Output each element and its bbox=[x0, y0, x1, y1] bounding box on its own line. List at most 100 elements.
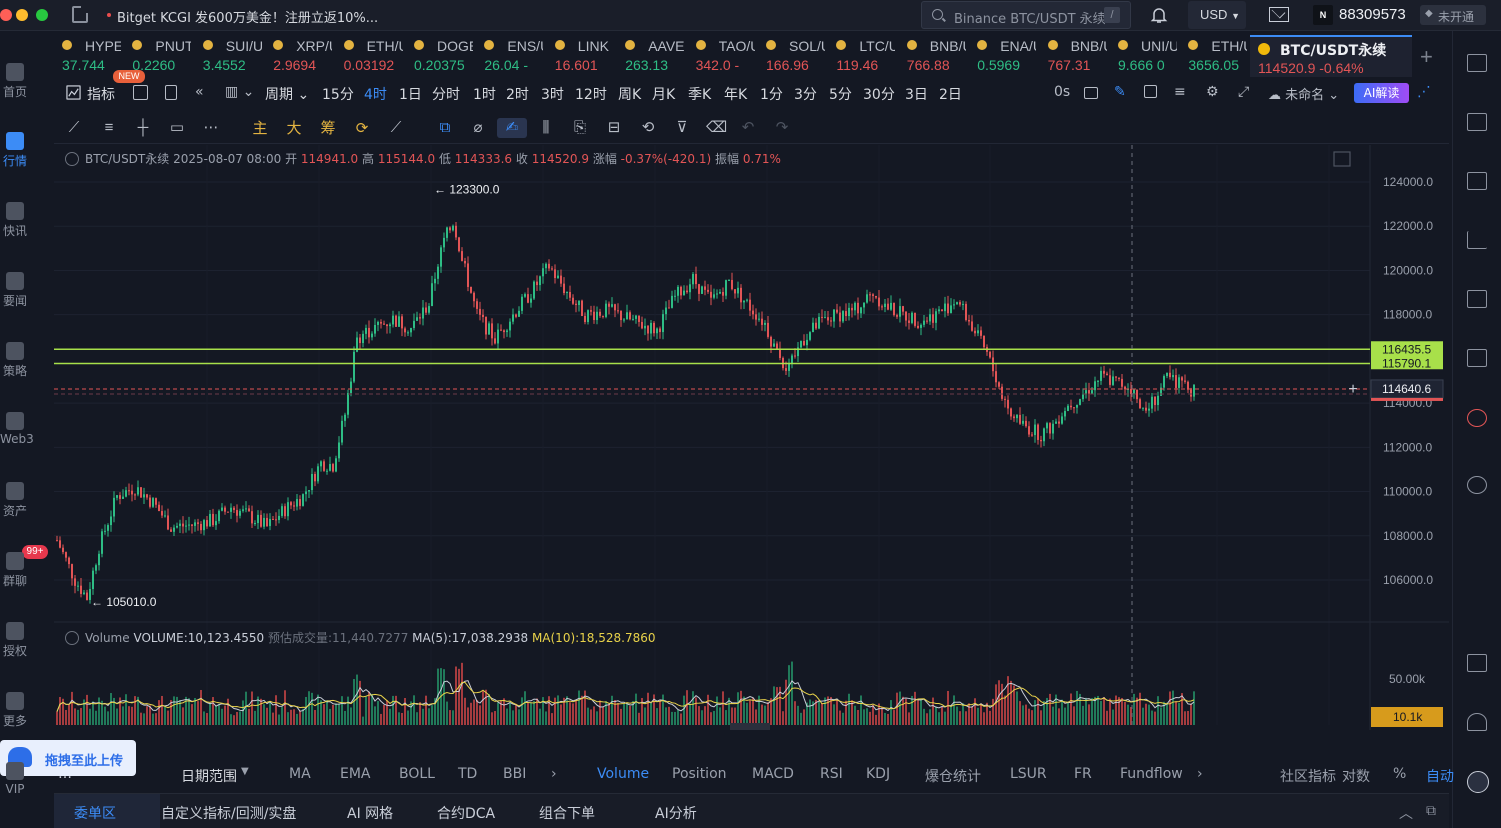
interval-12[interactable]: 1分 bbox=[760, 84, 783, 104]
ticker-item[interactable]: AAVE 263.13 bbox=[617, 35, 687, 77]
indicator-tab-0[interactable]: MA bbox=[289, 766, 311, 782]
ticker-item[interactable]: ENS/U 26.04 - bbox=[476, 35, 546, 77]
interval-17[interactable]: 2日 bbox=[939, 84, 962, 104]
indicator-tab-2[interactable]: BOLL bbox=[399, 766, 435, 782]
main-chart-button[interactable]: 主 bbox=[250, 118, 270, 138]
interval-0[interactable]: 15分 bbox=[322, 84, 354, 104]
indicator-tab-12[interactable]: FR bbox=[1074, 766, 1092, 782]
sidebar-item-2[interactable]: 快讯 bbox=[0, 202, 30, 239]
monitor-icon[interactable] bbox=[1467, 290, 1487, 308]
candle-type-icon[interactable]: ▥ ⌄ bbox=[225, 84, 254, 100]
interval-8[interactable]: 周K bbox=[618, 84, 641, 104]
select-icon[interactable] bbox=[1144, 85, 1157, 98]
account-status-badge[interactable]: 未开通 bbox=[1420, 5, 1486, 25]
ticker-item[interactable]: BNB/U 767.31 bbox=[1040, 35, 1110, 77]
sidebar-item-10[interactable]: VIP bbox=[0, 762, 30, 796]
chips-button[interactable]: 筹 bbox=[318, 118, 338, 138]
ticker-item[interactable]: LTC/U 119.46 bbox=[828, 35, 898, 77]
pane-resize-handle[interactable] bbox=[730, 723, 770, 730]
interval-14[interactable]: 5分 bbox=[829, 84, 852, 104]
ticker-item[interactable]: DOGE 0.20375 bbox=[406, 35, 476, 77]
popout-icon[interactable]: ⧉ bbox=[1426, 803, 1436, 819]
promo-banner[interactable]: Bitget KCGI 发600万美金！注册立返10%... bbox=[117, 7, 378, 26]
interval-1[interactable]: 4时 bbox=[364, 84, 387, 104]
scroll-right-icon[interactable]: › bbox=[1197, 766, 1203, 782]
ticker-item[interactable]: ENA/U 0.5969 bbox=[969, 35, 1039, 77]
indicator-tab-1[interactable]: EMA bbox=[340, 766, 371, 782]
big-order-button[interactable]: 大 bbox=[284, 118, 304, 138]
draw-pencil-icon[interactable]: ✎ bbox=[1114, 84, 1126, 100]
share-icon[interactable]: ⋰ bbox=[1417, 84, 1431, 100]
ticker-item[interactable]: SUI/U 3.4552 bbox=[195, 35, 265, 77]
rewind-icon[interactable]: « bbox=[195, 84, 204, 100]
document-icon[interactable] bbox=[1467, 113, 1487, 131]
currency-select[interactable]: USD ▼ bbox=[1188, 1, 1246, 29]
interval-15[interactable]: 30分 bbox=[863, 84, 895, 104]
trash-icon[interactable]: ⌫ bbox=[706, 118, 727, 138]
ticker-item[interactable]: HYPE 37.744 bbox=[54, 35, 124, 77]
crosshair-plus-icon[interactable]: + bbox=[1348, 381, 1357, 398]
indicator-tab-13[interactable]: Fundflow bbox=[1120, 766, 1183, 782]
indicator-tab-9[interactable]: KDJ bbox=[866, 766, 890, 782]
indicators-button[interactable]: 指标 bbox=[87, 84, 115, 104]
fullscreen-icon[interactable]: ⤢ bbox=[1238, 84, 1249, 100]
sidebar-item-4[interactable]: 策略 bbox=[0, 342, 30, 379]
redo-icon[interactable]: ↷ bbox=[772, 118, 792, 138]
ticker-item[interactable]: BNB/U 766.88 bbox=[899, 35, 969, 77]
indicator-tab-3[interactable]: TD bbox=[458, 766, 477, 782]
ticker-item[interactable]: ETH/U 3656.05 bbox=[1180, 35, 1250, 77]
magic-icon[interactable]: ⟲ bbox=[638, 118, 658, 138]
alert-icon[interactable] bbox=[1467, 409, 1487, 427]
sidebar-item-1[interactable]: 行情 bbox=[0, 132, 30, 169]
scale-option-2[interactable]: % bbox=[1393, 766, 1406, 782]
gear-icon[interactable]: ⚙ bbox=[1206, 84, 1219, 100]
scale-option-3[interactable]: 自动 bbox=[1426, 766, 1454, 786]
indicator-tab-6[interactable]: Position bbox=[672, 766, 727, 782]
dollar-icon[interactable] bbox=[1467, 172, 1487, 190]
indicator-tab-4[interactable]: BBI bbox=[503, 766, 526, 782]
sidebar-item-5[interactable]: Web3 bbox=[0, 412, 34, 446]
indicator-tab-11[interactable]: LSUR bbox=[1010, 766, 1047, 782]
layout-select[interactable]: ☁ 未命名 ⌄ bbox=[1268, 84, 1339, 103]
ticker-item[interactable]: UNI/U 9.666 0 bbox=[1110, 35, 1180, 77]
interval-7[interactable]: 12时 bbox=[575, 84, 607, 104]
bottom-tab-1[interactable]: 自定义指标/回测/实盘 bbox=[161, 803, 296, 823]
filter-icon[interactable]: ⊽ bbox=[672, 118, 692, 138]
bottom-tab-5[interactable]: AI分析 bbox=[655, 803, 697, 823]
more-tools-icon[interactable]: ⋯ bbox=[201, 118, 221, 138]
indicator-tab-8[interactable]: RSI bbox=[820, 766, 843, 782]
trend-line-icon[interactable]: ⟋ bbox=[64, 118, 84, 138]
scale-option-1[interactable]: 对数 bbox=[1342, 766, 1370, 786]
mail-icon[interactable] bbox=[1269, 7, 1289, 22]
interval-2[interactable]: 1日 bbox=[399, 84, 422, 104]
scale-option-0[interactable]: 社区指标 bbox=[1280, 766, 1336, 786]
ticker-item[interactable]: ETH/U 0.03192 bbox=[336, 35, 406, 77]
ticker-item[interactable]: TAO/U 342.0 - bbox=[688, 35, 758, 77]
sidebar-item-8[interactable]: 授权 bbox=[0, 622, 30, 659]
bars-icon[interactable]: ⫼ bbox=[536, 118, 556, 138]
collapse-icon[interactable]: ︿ bbox=[1399, 803, 1413, 823]
undo-icon[interactable]: ↶ bbox=[738, 118, 758, 138]
add-ticker-button[interactable]: + bbox=[1420, 44, 1433, 70]
interval-16[interactable]: 3日 bbox=[905, 84, 928, 104]
bottom-tab-2[interactable]: AI 网格 bbox=[347, 803, 393, 823]
layout-icon[interactable] bbox=[165, 85, 177, 100]
sidebar-item-7[interactable]: 群聊 bbox=[0, 552, 30, 589]
sidebar-item-0[interactable]: 首页 bbox=[0, 63, 30, 100]
interval-4[interactable]: 1时 bbox=[473, 84, 496, 104]
measure-icon[interactable]: ⟋ bbox=[386, 118, 406, 138]
ticker-item[interactable]: SOL/U 166.96 bbox=[758, 35, 828, 77]
list-icon[interactable]: ≡ bbox=[1174, 84, 1186, 100]
camera-icon[interactable] bbox=[1084, 87, 1098, 99]
interval-6[interactable]: 3时 bbox=[541, 84, 564, 104]
clipboard-icon[interactable]: ⎘ bbox=[570, 118, 590, 138]
panel-icon[interactable] bbox=[1467, 654, 1487, 672]
calendar-icon[interactable] bbox=[133, 85, 148, 100]
interval-3[interactable]: 分时 bbox=[432, 84, 460, 104]
etf-icon[interactable] bbox=[1467, 349, 1487, 367]
indicator-tab-7[interactable]: MACD bbox=[752, 766, 794, 782]
note-icon[interactable]: ⊟ bbox=[604, 118, 624, 138]
interval-11[interactable]: 年K bbox=[724, 84, 747, 104]
brush-icon[interactable]: ✍ bbox=[497, 118, 527, 138]
orderbook-icon[interactable] bbox=[1467, 54, 1487, 72]
